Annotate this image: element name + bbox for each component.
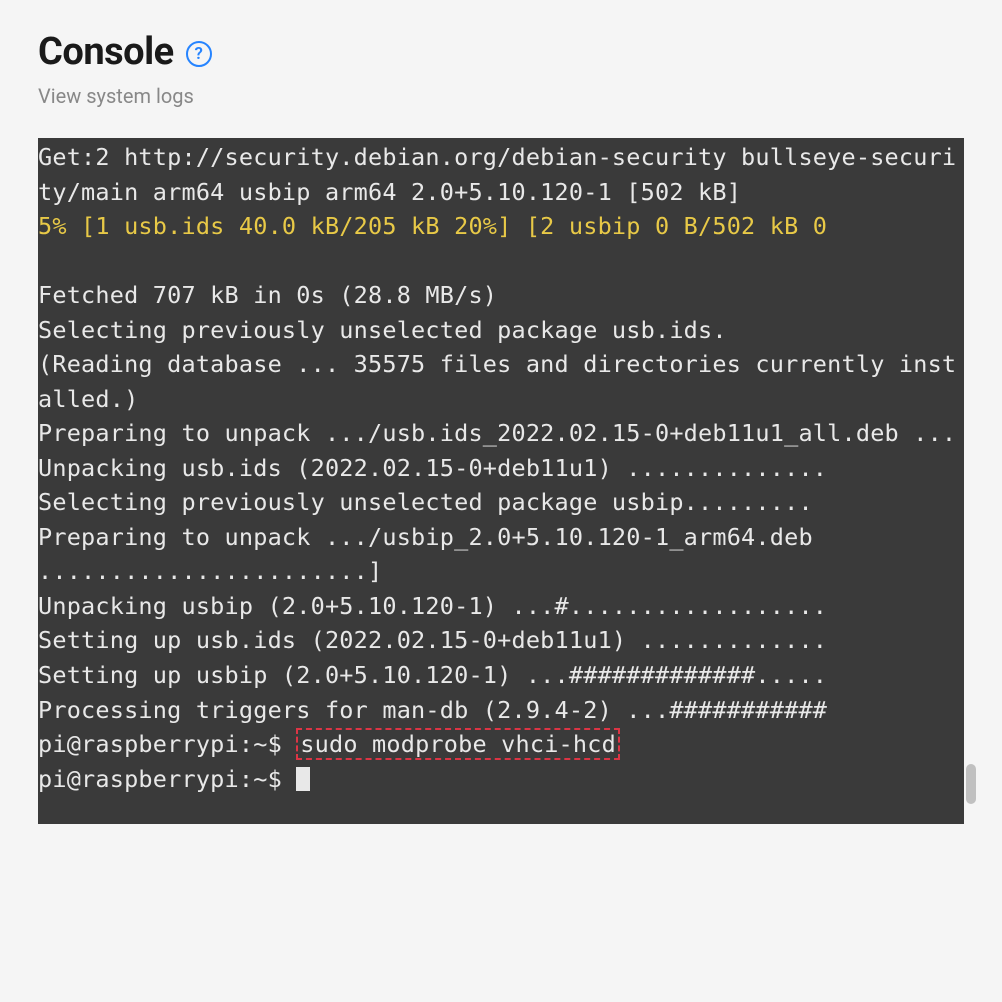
scrollbar[interactable] (964, 138, 978, 824)
console-output[interactable]: Get:2 http://security.debian.org/debian-… (38, 138, 964, 824)
console-line: Fetched 707 kB in 0s (28.8 MB/s) (38, 278, 964, 313)
console-line: Get:2 http://security.debian.org/debian-… (38, 140, 964, 209)
page-header: Console ? View system logs (38, 30, 964, 108)
title-row: Console ? (38, 30, 964, 74)
console-line: Unpacking usb.ids (2022.02.15-0+deb11u1)… (38, 451, 964, 486)
prompt-prefix: pi@raspberrypi:~$ (38, 765, 296, 793)
page-subtitle: View system logs (38, 84, 964, 108)
console-line: Unpacking usbip (2.0+5.10.120-1) ...#...… (38, 589, 964, 624)
console-prompt-line: pi@raspberrypi:~$ sudo modprobe vhci-hcd (38, 727, 964, 762)
console-line (38, 244, 964, 279)
highlighted-command: sudo modprobe vhci-hcd (296, 728, 620, 760)
help-icon[interactable]: ? (186, 41, 212, 67)
help-icon-label: ? (194, 44, 202, 64)
cursor-icon (296, 767, 310, 791)
console-line: Selecting previously unselected package … (38, 313, 964, 348)
console-prompt-line: pi@raspberrypi:~$ (38, 762, 964, 797)
console-line: Preparing to unpack .../usb.ids_2022.02.… (38, 416, 964, 451)
console-line: Setting up usbip (2.0+5.10.120-1) ...###… (38, 658, 964, 693)
console-line: Preparing to unpack .../usbip_2.0+5.10.1… (38, 520, 964, 589)
scrollbar-thumb[interactable] (966, 764, 976, 804)
console-line: 5% [1 usb.ids 40.0 kB/205 kB 20%] [2 usb… (38, 209, 964, 244)
console-line: Selecting previously unselected package … (38, 485, 964, 520)
console-line: Processing triggers for man-db (2.9.4-2)… (38, 693, 964, 728)
console-line: Setting up usb.ids (2022.02.15-0+deb11u1… (38, 623, 964, 658)
page-title: Console (38, 30, 174, 74)
console-wrapper: Get:2 http://security.debian.org/debian-… (38, 138, 964, 824)
console-line: (Reading database ... 35575 files and di… (38, 347, 964, 416)
prompt-prefix: pi@raspberrypi:~$ (38, 730, 296, 758)
